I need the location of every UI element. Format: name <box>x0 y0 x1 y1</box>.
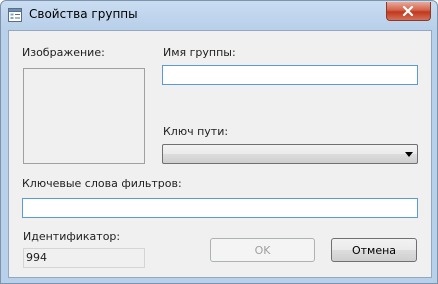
dialog-content: Изображение: Имя группы: Ключ пути: Ключ… <box>8 30 432 278</box>
identifier-value: 994 <box>26 251 47 264</box>
ok-button[interactable]: OK <box>210 238 315 262</box>
window-title: Свойства группы <box>29 7 138 21</box>
path-key-label: Ключ пути: <box>163 125 229 138</box>
title-bar[interactable]: Свойства группы <box>1 1 437 31</box>
cancel-button[interactable]: Отмена <box>331 238 417 262</box>
filter-keywords-label: Ключевые слова фильтров: <box>22 177 182 190</box>
window-properties-icon <box>8 8 22 22</box>
filter-keywords-input[interactable] <box>22 198 418 218</box>
group-name-label: Имя группы: <box>163 46 236 59</box>
path-key-dropdown[interactable] <box>162 144 418 164</box>
chevron-down-icon <box>405 152 413 157</box>
group-name-input[interactable] <box>162 65 418 85</box>
identifier-label: Идентификатор: <box>23 230 121 243</box>
close-button[interactable] <box>386 2 431 21</box>
group-image-box[interactable] <box>23 68 145 164</box>
close-icon <box>402 6 414 16</box>
image-label: Изображение: <box>22 46 105 59</box>
dialog-window: Свойства группы Изображение: Имя группы:… <box>0 0 438 284</box>
identifier-field: 994 <box>23 248 145 268</box>
